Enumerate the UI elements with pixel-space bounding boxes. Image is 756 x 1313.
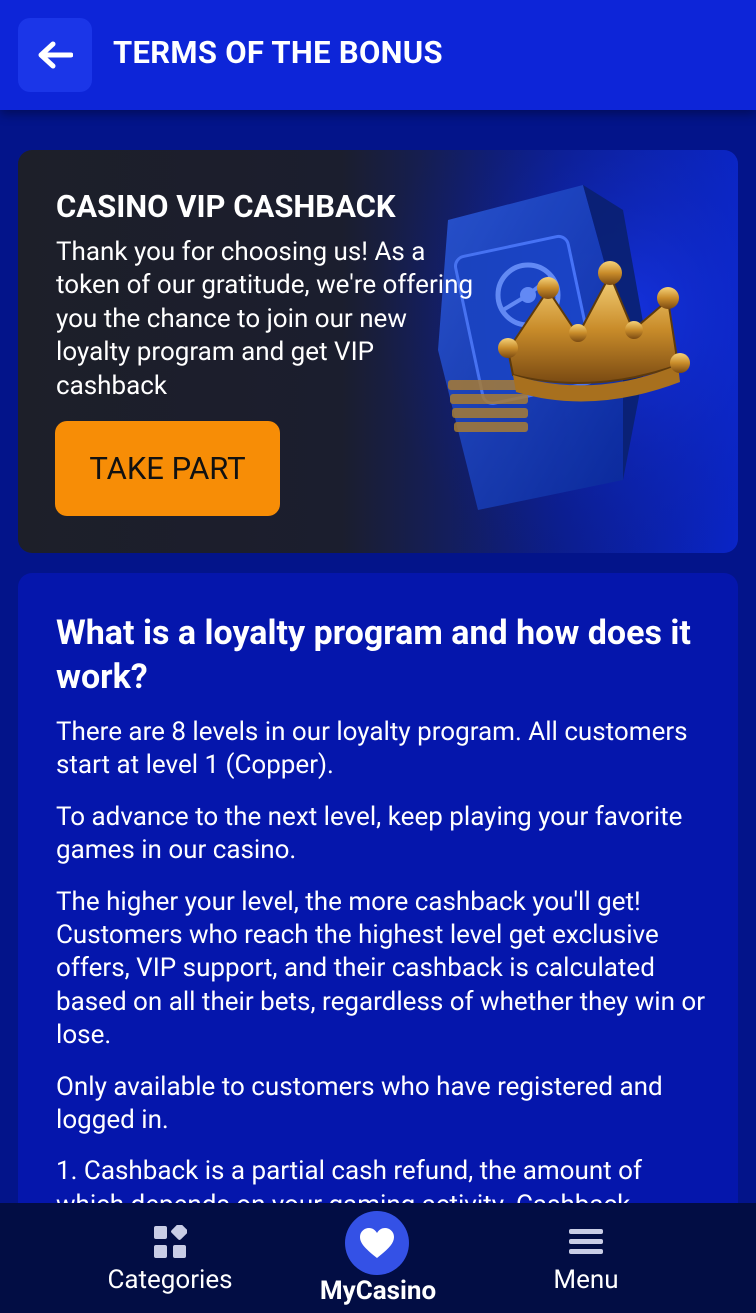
nav-item-categories[interactable]: Categories: [95, 1203, 245, 1313]
top-app-bar: TERMS OF THE BONUS: [0, 0, 756, 110]
bottom-navigation: Categories MyCasino Menu: [0, 1203, 756, 1313]
section-heading: What is a loyalty program and how does i…: [56, 613, 691, 697]
paragraph: The higher your level, the more cashback…: [56, 886, 706, 1051]
page-title: TERMS OF THE BONUS: [113, 34, 443, 71]
promo-title: CASINO VIP CASHBACK: [56, 188, 396, 225]
nav-item-mycasino[interactable]: MyCasino: [303, 1203, 453, 1313]
promo-banner: CASINO VIP CASHBACK Thank you for choosi…: [18, 150, 738, 553]
nav-label-mycasino: MyCasino: [319, 1276, 437, 1306]
menu-icon: [569, 1229, 603, 1254]
nav-item-menu[interactable]: Menu: [511, 1203, 661, 1313]
scroll-content[interactable]: CASINO VIP CASHBACK Thank you for choosi…: [0, 110, 756, 1203]
paragraph: To advance to the next level, keep playi…: [56, 801, 683, 866]
info-paragraphs: There are 8 levels in our loyalty progra…: [56, 716, 716, 1203]
promo-description: Thank you for choosing us! As a token of…: [56, 237, 474, 401]
back-button[interactable]: [18, 18, 92, 92]
loyalty-info-card: What is a loyalty program and how does i…: [18, 573, 738, 1203]
paragraph: Only available to customers who have reg…: [56, 1071, 663, 1136]
nav-label-categories: Categories: [107, 1265, 233, 1295]
nav-label-menu: Menu: [553, 1265, 619, 1295]
categories-icon: [154, 1225, 187, 1258]
take-part-button[interactable]: TAKE PART: [55, 421, 280, 516]
paragraph: There are 8 levels in our loyalty progra…: [56, 717, 688, 781]
paragraph: 1. Cashback is a partial cash refund, th…: [56, 1156, 643, 1203]
arrow-left-icon: [38, 41, 73, 69]
